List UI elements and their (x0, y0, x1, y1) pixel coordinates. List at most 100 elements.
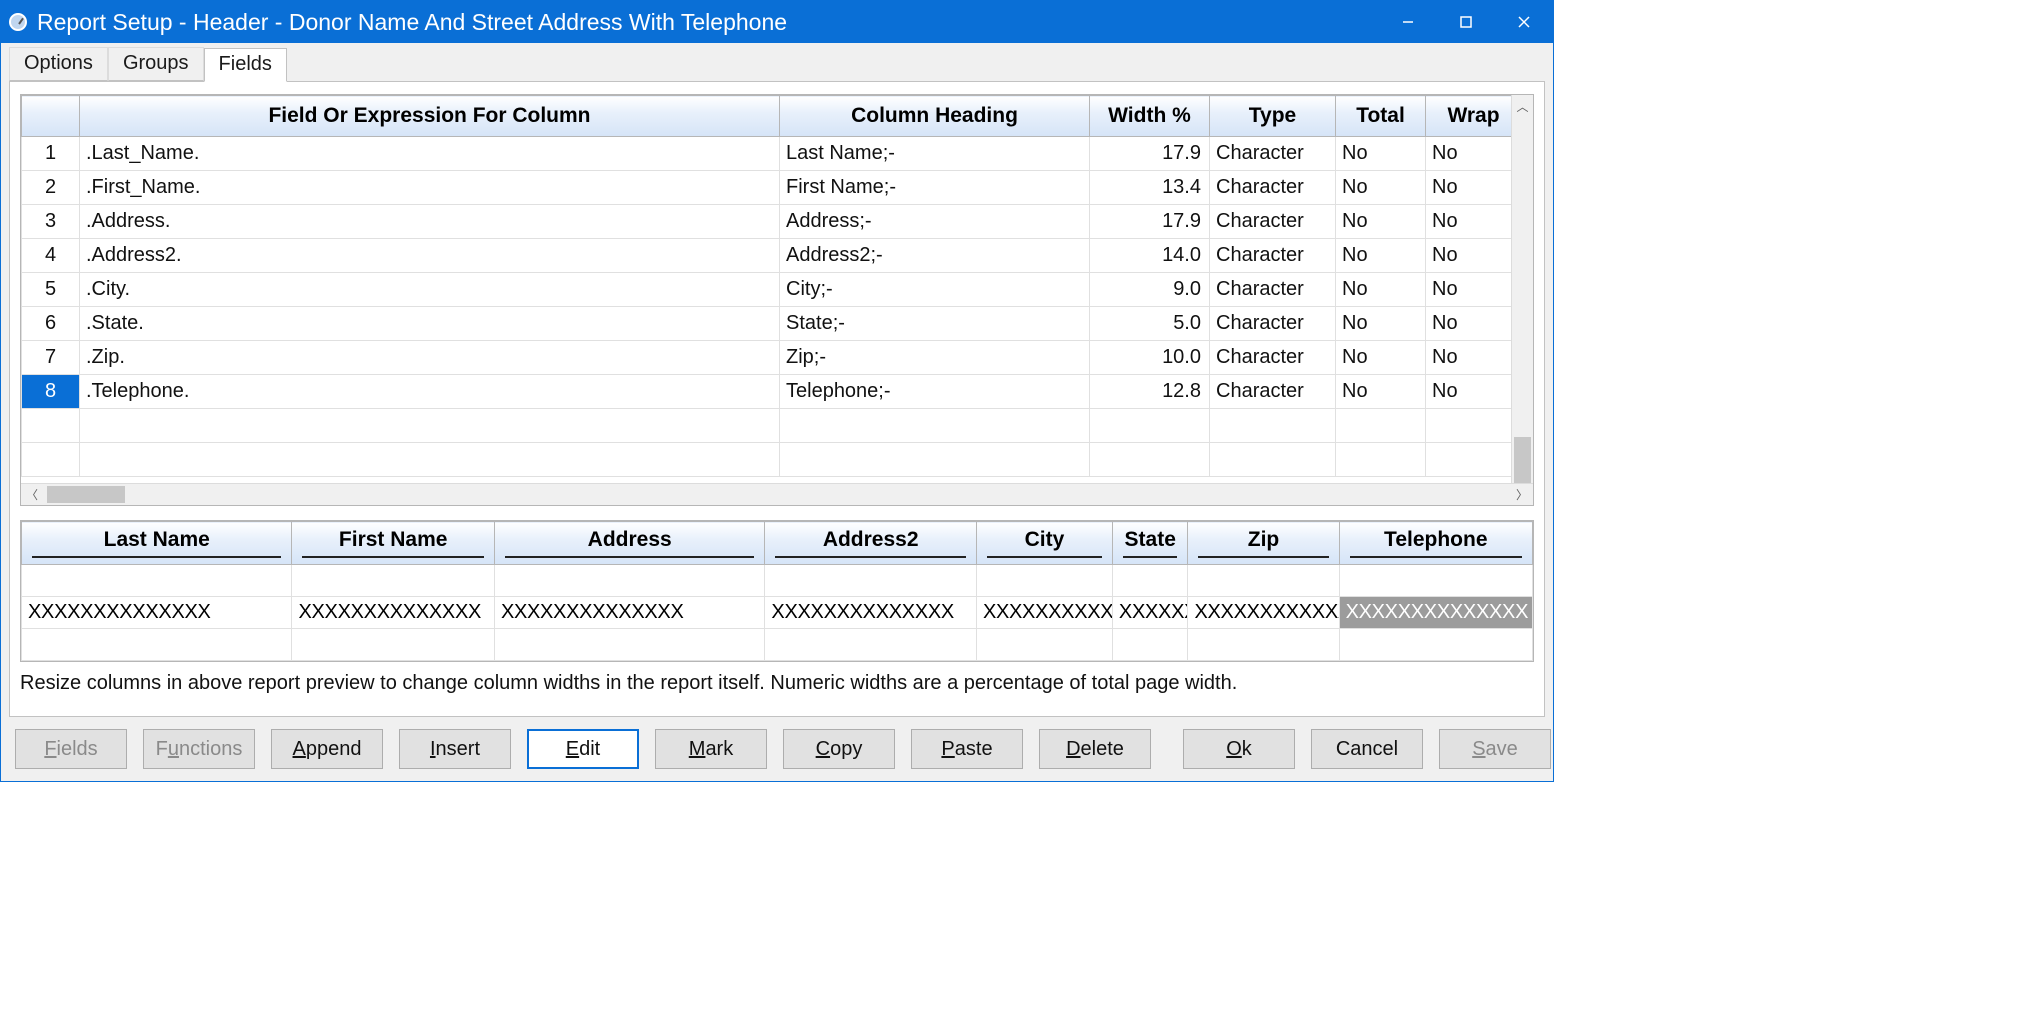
cell-wrap[interactable]: No (1426, 171, 1512, 205)
fields-table[interactable]: Field Or Expression For Column Column He… (21, 95, 1511, 477)
col-header-type[interactable]: Type (1210, 96, 1336, 137)
cell-type[interactable]: Character (1210, 273, 1336, 307)
preview-cell[interactable]: XXXXXXXXXXXXXX (292, 597, 494, 629)
cell-wrap[interactable]: No (1426, 273, 1512, 307)
cell-width[interactable]: 10.0 (1090, 341, 1210, 375)
col-header-width[interactable]: Width % (1090, 96, 1210, 137)
preview-col-header[interactable]: Address (494, 522, 764, 565)
row-number[interactable]: 1 (22, 137, 80, 171)
scroll-track-h[interactable] (43, 484, 1511, 505)
cell-total[interactable]: No (1336, 205, 1426, 239)
preview-table[interactable]: Last NameFirst NameAddressAddress2CitySt… (21, 521, 1533, 661)
report-preview[interactable]: Last NameFirst NameAddressAddress2CitySt… (20, 520, 1534, 662)
maximize-button[interactable] (1437, 1, 1495, 43)
cell-field[interactable]: .First_Name. (80, 171, 780, 205)
copy-button[interactable]: Copy (783, 729, 895, 769)
horizontal-scrollbar[interactable]: 〈 〉 (21, 483, 1533, 505)
preview-col-header[interactable]: Telephone (1339, 522, 1532, 565)
cell-type[interactable]: Character (1210, 375, 1336, 409)
paste-button[interactable]: Paste (911, 729, 1023, 769)
col-header-field[interactable]: Field Or Expression For Column (80, 96, 780, 137)
cell-width[interactable]: 9.0 (1090, 273, 1210, 307)
cell-heading[interactable]: Address2;- (780, 239, 1090, 273)
cell-field[interactable]: .Last_Name. (80, 137, 780, 171)
table-row[interactable]: 3.Address.Address;-17.9CharacterNoNo (22, 205, 1512, 239)
col-header-wrap[interactable]: Wrap (1426, 96, 1512, 137)
row-number[interactable]: 8 (22, 375, 80, 409)
preview-cell[interactable]: XXXXXXXXXXXXXX (494, 597, 764, 629)
cell-field[interactable]: .Zip. (80, 341, 780, 375)
table-row[interactable]: 2.First_Name.First Name;-13.4CharacterNo… (22, 171, 1512, 205)
table-row[interactable]: 6.State.State;-5.0CharacterNoNo (22, 307, 1512, 341)
table-row[interactable]: 5.City.City;-9.0CharacterNoNo (22, 273, 1512, 307)
append-button[interactable]: Append (271, 729, 383, 769)
cell-wrap[interactable]: No (1426, 341, 1512, 375)
scroll-right-icon[interactable]: 〉 (1511, 486, 1533, 503)
cell-width[interactable]: 14.0 (1090, 239, 1210, 273)
cell-field[interactable]: .Telephone. (80, 375, 780, 409)
row-number[interactable]: 2 (22, 171, 80, 205)
tab-fields[interactable]: Fields (204, 48, 287, 82)
preview-col-header[interactable]: Address2 (765, 522, 977, 565)
cell-width[interactable]: 17.9 (1090, 205, 1210, 239)
cell-heading[interactable]: Address;- (780, 205, 1090, 239)
cell-type[interactable]: Character (1210, 137, 1336, 171)
scroll-up-icon[interactable]: ︿ (1512, 95, 1533, 117)
cell-heading[interactable]: State;- (780, 307, 1090, 341)
cell-heading[interactable]: Telephone;- (780, 375, 1090, 409)
row-number[interactable]: 7 (22, 341, 80, 375)
insert-button[interactable]: Insert (399, 729, 511, 769)
preview-col-header[interactable]: State (1112, 522, 1188, 565)
row-number[interactable]: 3 (22, 205, 80, 239)
cell-heading[interactable]: City;- (780, 273, 1090, 307)
cell-total[interactable]: No (1336, 341, 1426, 375)
scroll-track[interactable] (1512, 117, 1533, 461)
table-row[interactable]: 7.Zip.Zip;-10.0CharacterNoNo (22, 341, 1512, 375)
cell-wrap[interactable]: No (1426, 137, 1512, 171)
preview-data-row[interactable]: XXXXXXXXXXXXXXXXXXXXXXXXXXXXXXXXXXXXXXXX… (22, 597, 1533, 629)
cell-width[interactable]: 13.4 (1090, 171, 1210, 205)
cell-total[interactable]: No (1336, 273, 1426, 307)
preview-cell[interactable]: XXXXXXXXXXXXXX (765, 597, 977, 629)
cell-type[interactable]: Character (1210, 239, 1336, 273)
preview-cell[interactable]: XXXXXXXXXXXXXXX (1188, 597, 1339, 629)
preview-cell[interactable]: XXXXXX (1112, 597, 1188, 629)
close-button[interactable] (1495, 1, 1553, 43)
scroll-left-icon[interactable]: 〈 (21, 486, 43, 503)
preview-col-header[interactable]: Zip (1188, 522, 1339, 565)
cell-width[interactable]: 5.0 (1090, 307, 1210, 341)
cell-total[interactable]: No (1336, 171, 1426, 205)
cell-field[interactable]: .Address. (80, 205, 780, 239)
cell-field[interactable]: .State. (80, 307, 780, 341)
scroll-thumb[interactable] (1514, 437, 1531, 483)
cell-total[interactable]: No (1336, 375, 1426, 409)
preview-cell[interactable]: XXXXXXXXXXXX (976, 597, 1112, 629)
tab-options[interactable]: Options (9, 47, 108, 81)
preview-col-header[interactable]: Last Name (22, 522, 292, 565)
cell-field[interactable]: .Address2. (80, 239, 780, 273)
cell-wrap[interactable]: No (1426, 239, 1512, 273)
row-number[interactable]: 4 (22, 239, 80, 273)
vertical-scrollbar[interactable]: ︿ ﹀ (1511, 95, 1533, 483)
preview-cell[interactable]: XXXXXXXXXXXXXX (22, 597, 292, 629)
fields-grid[interactable]: Field Or Expression For Column Column He… (20, 94, 1534, 506)
cell-total[interactable]: No (1336, 239, 1426, 273)
scroll-thumb-h[interactable] (47, 486, 125, 503)
cell-wrap[interactable]: No (1426, 205, 1512, 239)
cell-wrap[interactable]: No (1426, 307, 1512, 341)
cell-heading[interactable]: Zip;- (780, 341, 1090, 375)
cell-total[interactable]: No (1336, 307, 1426, 341)
titlebar[interactable]: Report Setup - Header - Donor Name And S… (1, 1, 1553, 43)
row-number[interactable]: 5 (22, 273, 80, 307)
tab-groups[interactable]: Groups (108, 47, 204, 81)
col-header-rownum[interactable] (22, 96, 80, 137)
cell-heading[interactable]: Last Name;- (780, 137, 1090, 171)
table-row[interactable]: 8.Telephone.Telephone;-12.8CharacterNoNo (22, 375, 1512, 409)
table-row[interactable]: 4.Address2.Address2;-14.0CharacterNoNo (22, 239, 1512, 273)
cell-type[interactable]: Character (1210, 205, 1336, 239)
mark-button[interactable]: Mark (655, 729, 767, 769)
row-number[interactable]: 6 (22, 307, 80, 341)
table-row[interactable]: 1.Last_Name.Last Name;-17.9CharacterNoNo (22, 137, 1512, 171)
col-header-total[interactable]: Total (1336, 96, 1426, 137)
edit-button[interactable]: Edit (527, 729, 639, 769)
